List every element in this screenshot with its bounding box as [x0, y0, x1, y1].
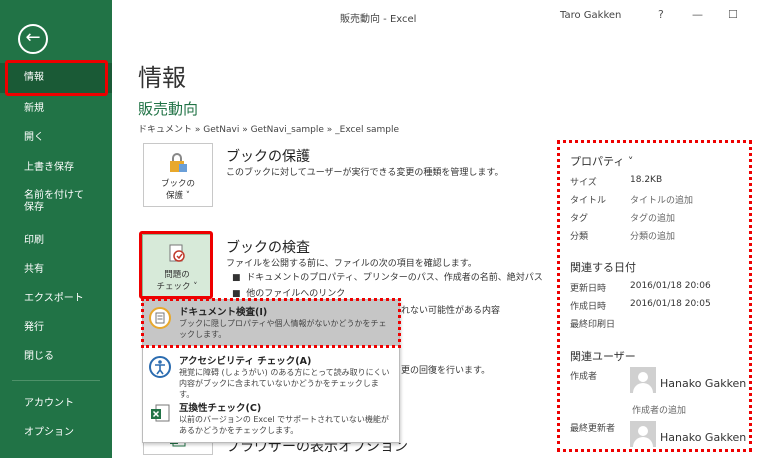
inspect-desc: ファイルを公開する前に、ファイルの次の項目を確認します。 — [226, 259, 477, 269]
protect-title: ブックの保護 — [226, 149, 310, 165]
workbook-name: 販売動向 — [138, 100, 199, 118]
obscured-text: 更の回復を行います。 — [401, 366, 491, 376]
sidebar-item-account[interactable]: アカウント — [0, 397, 112, 411]
properties-pane: プロパティ ˅ サイズ 18.2KB タイトル タイトルの追加 タグ タグの追加… — [557, 140, 752, 452]
menu-item-compatibility[interactable]: 互換性チェック(C) 以前のバージョンの Excel でサポートされていない機能… — [143, 396, 399, 442]
avatar — [630, 367, 656, 393]
window-title: 販売動向 - Excel — [340, 14, 417, 25]
sidebar-item-print[interactable]: 印刷 — [0, 234, 112, 248]
protect-workbook-button[interactable]: ブックの 保護 ˅ — [143, 143, 213, 207]
help-button[interactable]: ? — [658, 8, 664, 21]
dates-heading: 関連する日付 — [570, 261, 636, 274]
person-icon — [633, 372, 653, 393]
inspect-title: ブックの検査 — [226, 240, 310, 256]
sidebar-item-save[interactable]: 上書き保存 — [0, 161, 112, 175]
back-arrow-icon[interactable]: ← — [18, 24, 48, 54]
sidebar-item-export[interactable]: エクスポート — [0, 292, 112, 306]
last-modified-name[interactable]: Hanako Gakken — [660, 431, 746, 444]
sidebar-item-publish[interactable]: 発行 — [0, 321, 112, 335]
modified-date: 2016/01/18 20:06 — [630, 281, 711, 291]
protect-desc: このブックに対してユーザーが実行できる変更の種類を管理します。 — [226, 168, 504, 178]
page-title: 情報 — [138, 64, 186, 92]
lock-icon — [170, 153, 187, 172]
created-date: 2016/01/18 20:05 — [630, 299, 711, 309]
sidebar-item-save-as[interactable]: 名前を付けて 保存 — [0, 190, 112, 214]
accessibility-icon — [149, 356, 171, 378]
highlight-box-info — [5, 60, 108, 96]
related-users-heading: 関連ユーザー — [570, 350, 636, 363]
breadcrumb[interactable]: ドキュメント » GetNavi » GetNavi_sample » _Exc… — [138, 122, 399, 135]
add-author-link[interactable]: 作成者の追加 — [632, 403, 686, 416]
user-name[interactable]: Taro Gakken — [560, 10, 621, 21]
title-field[interactable]: タイトルの追加 — [630, 193, 693, 206]
person-icon — [633, 426, 653, 447]
sidebar-item-share[interactable]: 共有 — [0, 263, 112, 277]
menu-item-accessibility[interactable]: アクセシビリティ チェック(A) 視覚に障碍 (しょうがい) のある方にとって読… — [143, 349, 399, 399]
maximize-button[interactable]: ☐ — [728, 8, 738, 21]
sidebar-item-options[interactable]: オプション — [0, 426, 112, 440]
sidebar-item-close[interactable]: 閉じる — [0, 350, 112, 364]
author-name[interactable]: Hanako Gakken — [660, 377, 746, 390]
tags-field[interactable]: タグの追加 — [630, 211, 675, 224]
sidebar-item-new[interactable]: 新規 — [0, 102, 112, 116]
properties-heading[interactable]: プロパティ ˅ — [570, 153, 633, 169]
avatar — [630, 421, 656, 447]
title-bar: 販売動向 - Excel Taro Gakken ? — ☐ — [112, 0, 760, 34]
obscured-text: れない可能性がある内容 — [401, 306, 501, 316]
sidebar-item-open[interactable]: 開く — [0, 131, 112, 145]
minimize-button[interactable]: — — [692, 8, 703, 21]
highlight-box-document-inspect — [141, 298, 401, 348]
inspect-bullet: ■ ドキュメントのプロパティ、プリンターのパス、作成者の名前、絶対パス — [232, 273, 543, 283]
sidebar-divider — [12, 380, 100, 381]
categories-field[interactable]: 分類の追加 — [630, 229, 675, 242]
highlight-box-check-issues — [139, 231, 213, 299]
size-value: 18.2KB — [630, 175, 663, 185]
compatibility-icon — [151, 404, 170, 422]
